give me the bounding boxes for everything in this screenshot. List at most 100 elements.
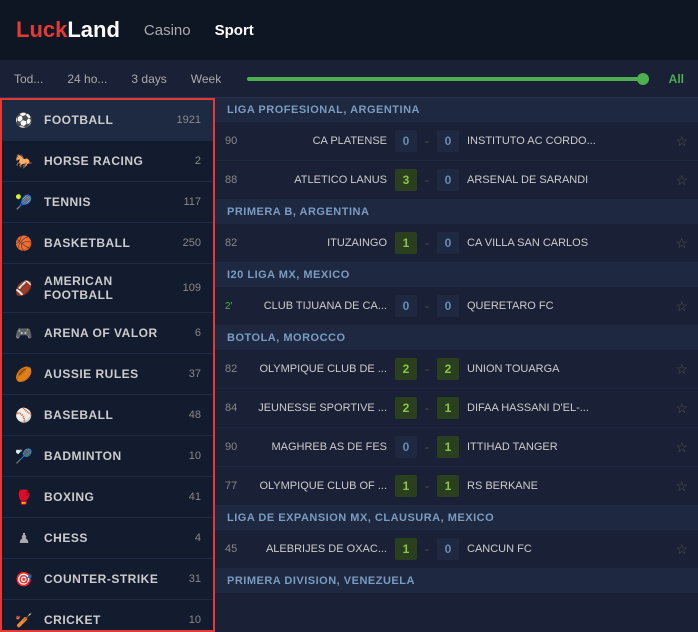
sport-icon: 🏉: [14, 364, 34, 384]
score-separator: -: [425, 299, 429, 313]
sport-count: 1921: [177, 114, 201, 126]
filter-24h[interactable]: 24 ho...: [61, 68, 113, 90]
sport-label: BASKETBALL: [44, 236, 173, 250]
favorite-icon[interactable]: ☆: [675, 541, 688, 558]
content-area: LIGA PROFESIONAL, ARGENTINA 90 CA PLATEN…: [215, 98, 698, 632]
logo: LuckLand: [16, 17, 120, 43]
match-row: 90 CA PLATENSE 0 - 0 INSTITUTO AC CORDO.…: [215, 122, 698, 161]
favorite-icon[interactable]: ☆: [675, 235, 688, 252]
score-away: 1: [437, 397, 459, 419]
sport-label: AMERICAN FOOTBALL: [44, 274, 173, 302]
favorite-icon[interactable]: ☆: [675, 478, 688, 495]
sport-label: BASEBALL: [44, 408, 179, 422]
sport-label: COUNTER-STRIKE: [44, 572, 179, 586]
home-team: MAGHREB AS DE FES: [257, 441, 387, 453]
score-away: 0: [437, 538, 459, 560]
sport-icon: 🎮: [14, 323, 34, 343]
sidebar-item-football[interactable]: ⚽ FOOTBALL 1921: [2, 100, 213, 141]
filter-week[interactable]: Week: [185, 68, 227, 90]
score-separator: -: [425, 542, 429, 556]
score-separator: -: [425, 134, 429, 148]
sport-count: 10: [189, 450, 201, 462]
sport-icon: 🎾: [14, 192, 34, 212]
home-team: OLYMPIQUE CLUB OF ...: [257, 480, 387, 492]
favorite-icon[interactable]: ☆: [675, 439, 688, 456]
match-row: 84 JEUNESSE SPORTIVE ... 2 - 1 DIFAA HAS…: [215, 389, 698, 428]
favorite-icon[interactable]: ☆: [675, 400, 688, 417]
sport-icon: ⚾: [14, 405, 34, 425]
home-team: ATLETICO LANUS: [257, 174, 387, 186]
sport-label: CHESS: [44, 531, 185, 545]
sport-icon: 🎯: [14, 569, 34, 589]
sidebar-item-baseball[interactable]: ⚾ BASEBALL 48: [2, 395, 213, 436]
score-home: 0: [395, 436, 417, 458]
away-team: ARSENAL DE SARANDI: [467, 174, 667, 186]
sidebar-item-basketball[interactable]: 🏀 BASKETBALL 250: [2, 223, 213, 264]
sidebar-item-horse-racing[interactable]: 🐎 HORSE RACING 2: [2, 141, 213, 182]
sport-icon: 🏀: [14, 233, 34, 253]
sport-count: 48: [189, 409, 201, 421]
sidebar-item-badminton[interactable]: 🏸 BADMINTON 10: [2, 436, 213, 477]
sport-icon: 🐎: [14, 151, 34, 171]
score-separator: -: [425, 440, 429, 454]
sport-label: BADMINTON: [44, 449, 179, 463]
sidebar-item-tennis[interactable]: 🎾 TENNIS 117: [2, 182, 213, 223]
score-away: 0: [437, 169, 459, 191]
match-time: 45: [225, 543, 249, 555]
sidebar-item-american-football[interactable]: 🏈 AMERICAN FOOTBALL 109: [2, 264, 213, 313]
league-header: LIGA DE EXPANSION MX, CLAUSURA, MEXICO: [215, 506, 698, 530]
away-team: INSTITUTO AC CORDO...: [467, 135, 667, 147]
match-time: 77: [225, 480, 249, 492]
favorite-icon[interactable]: ☆: [675, 361, 688, 378]
sport-icon: ♟: [14, 528, 34, 548]
sport-count: 6: [195, 327, 201, 339]
score-away: 1: [437, 436, 459, 458]
sidebar-item-chess[interactable]: ♟ CHESS 4: [2, 518, 213, 559]
away-team: QUERETARO FC: [467, 300, 667, 312]
sport-label: CRICKET: [44, 613, 179, 627]
home-team: ITUZAINGO: [257, 237, 387, 249]
nav-casino[interactable]: Casino: [144, 22, 191, 39]
slider-fill: [247, 77, 642, 81]
score-separator: -: [425, 401, 429, 415]
favorite-icon[interactable]: ☆: [675, 133, 688, 150]
score-away: 1: [437, 475, 459, 497]
score-home: 1: [395, 538, 417, 560]
match-row: 77 OLYMPIQUE CLUB OF ... 1 - 1 RS BERKAN…: [215, 467, 698, 506]
sidebar-item-arena-of-valor[interactable]: 🎮 ARENA OF VALOR 6: [2, 313, 213, 354]
main-layout: ⚽ FOOTBALL 1921 🐎 HORSE RACING 2 🎾 TENNI…: [0, 98, 698, 632]
nav-sport[interactable]: Sport: [215, 22, 254, 39]
sport-count: 4: [195, 532, 201, 544]
sidebar-item-counter-strike[interactable]: 🎯 COUNTER-STRIKE 31: [2, 559, 213, 600]
sport-count: 31: [189, 573, 201, 585]
filter-today[interactable]: Tod...: [8, 68, 49, 90]
filter-3days[interactable]: 3 days: [125, 68, 172, 90]
time-slider[interactable]: [247, 77, 642, 81]
favorite-icon[interactable]: ☆: [675, 298, 688, 315]
sidebar-item-aussie-rules[interactable]: 🏉 AUSSIE RULES 37: [2, 354, 213, 395]
match-time: 90: [225, 441, 249, 453]
sport-icon: 🏸: [14, 446, 34, 466]
match-time: 82: [225, 237, 249, 249]
logo-white: Land: [67, 17, 120, 42]
filter-all[interactable]: All: [663, 68, 690, 90]
match-row: 45 ALEBRIJES DE OXAC... 1 - 0 CANCUN FC …: [215, 530, 698, 569]
league-header: PRIMERA B, ARGENTINA: [215, 200, 698, 224]
away-team: ITTIHAD TANGER: [467, 441, 667, 453]
score-separator: -: [425, 362, 429, 376]
home-team: CLUB TIJUANA DE CA...: [257, 300, 387, 312]
sport-label: TENNIS: [44, 195, 173, 209]
favorite-icon[interactable]: ☆: [675, 172, 688, 189]
match-row: 82 ITUZAINGO 1 - 0 CA VILLA SAN CARLOS ☆: [215, 224, 698, 263]
match-row: 2' CLUB TIJUANA DE CA... 0 - 0 QUERETARO…: [215, 287, 698, 326]
match-time: 88: [225, 174, 249, 186]
slider-thumb: [637, 73, 649, 85]
away-team: UNION TOUARGA: [467, 363, 667, 375]
sidebar-item-cricket[interactable]: 🏏 CRICKET 10: [2, 600, 213, 632]
league-header: LIGA PROFESIONAL, ARGENTINA: [215, 98, 698, 122]
sidebar-item-boxing[interactable]: 🥊 BOXING 41: [2, 477, 213, 518]
sport-label: ARENA OF VALOR: [44, 326, 185, 340]
score-home: 2: [395, 358, 417, 380]
score-separator: -: [425, 479, 429, 493]
score-away: 0: [437, 295, 459, 317]
